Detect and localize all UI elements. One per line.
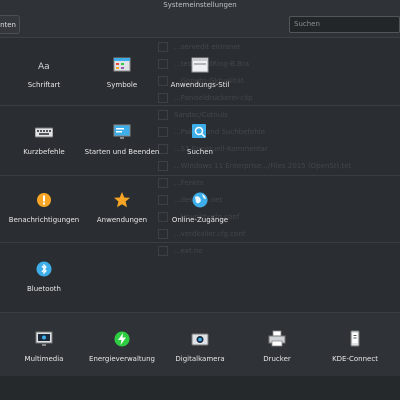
section-divider xyxy=(0,175,400,176)
item-starten-und-beenden[interactable]: Starten und Beenden xyxy=(78,123,166,167)
section-divider xyxy=(0,242,400,243)
background-list-label: ...Fenkts xyxy=(174,179,204,187)
background-list-label: ...servedit einraner xyxy=(174,43,241,51)
star-icon xyxy=(113,191,131,209)
item-online-zugaenge[interactable]: Online-Zugänge xyxy=(156,191,244,235)
item-label: Bluetooth xyxy=(27,285,61,293)
file-icon xyxy=(158,178,168,188)
title-bar: Systemeinstellungen xyxy=(0,0,400,13)
item-anwendungs-stil[interactable]: Anwendungs-Stil xyxy=(156,56,244,100)
item-suchen[interactable]: Suchen xyxy=(156,123,244,167)
section-divider xyxy=(0,105,400,106)
item-anwendungen[interactable]: Anwendungen xyxy=(78,191,166,235)
power-icon xyxy=(113,330,131,348)
back-button[interactable]: nten xyxy=(0,15,20,34)
item-schriftart[interactable]: Aa Schriftart xyxy=(0,56,88,100)
item-label: Online-Zugänge xyxy=(171,216,229,224)
background-list-label: Sandsc/Cotnuls xyxy=(174,111,228,119)
bottom-category-bar: Multimedia Energieverwaltung Digitalkame… xyxy=(0,312,400,377)
svg-text:Aa: Aa xyxy=(38,62,50,72)
startup-shutdown-icon xyxy=(113,123,131,141)
item-kurzbefehle[interactable]: Kurzbefehle xyxy=(0,123,88,167)
keyboard-icon xyxy=(34,123,54,141)
globe-icon xyxy=(191,191,209,209)
printer-icon xyxy=(268,330,286,348)
bluetooth-icon xyxy=(35,260,53,278)
font-icon: Aa xyxy=(35,56,53,74)
item-benachrichtigungen[interactable]: Benachrichtigungen xyxy=(0,191,88,235)
item-energieverwaltung[interactable]: Energieverwaltung xyxy=(78,330,166,374)
kde-connect-icon xyxy=(346,330,364,348)
camera-icon xyxy=(191,330,209,348)
item-digitalkamera[interactable]: Digitalkamera xyxy=(156,330,244,374)
search-placeholder: Suchen xyxy=(294,20,320,28)
background-list-item: ...Fenkts xyxy=(158,176,204,190)
item-bluetooth[interactable]: Bluetooth xyxy=(0,260,88,304)
item-label: Suchen xyxy=(187,148,213,156)
icons-icon xyxy=(113,56,131,74)
search-field[interactable]: Suchen xyxy=(289,16,400,33)
multimedia-icon xyxy=(35,330,53,348)
item-label: Anwendungs-Stil xyxy=(170,81,230,89)
item-kde-connect[interactable]: KDE-Connect xyxy=(311,330,399,374)
item-multimedia[interactable]: Multimedia xyxy=(0,330,88,374)
item-drucker[interactable]: Drucker xyxy=(233,330,321,374)
window-footer xyxy=(0,376,400,400)
file-icon xyxy=(158,42,168,52)
item-label: KDE-Connect xyxy=(332,355,378,363)
file-icon xyxy=(158,246,168,256)
application-style-icon xyxy=(191,56,209,74)
item-symbole[interactable]: Symbole xyxy=(78,56,166,100)
background-list-item: Sandsc/Cotnuls xyxy=(158,108,228,122)
notifications-icon xyxy=(35,191,53,209)
search-icon xyxy=(191,123,209,141)
background-list-label: ...ext.no xyxy=(174,247,203,255)
background-list-item: ...servedit einraner xyxy=(158,40,241,54)
file-icon xyxy=(158,110,168,120)
toolbar: nten Suchen xyxy=(0,13,400,38)
background-list-item: ...ext.no xyxy=(158,244,203,258)
window-title: Systemeinstellungen xyxy=(163,1,237,9)
